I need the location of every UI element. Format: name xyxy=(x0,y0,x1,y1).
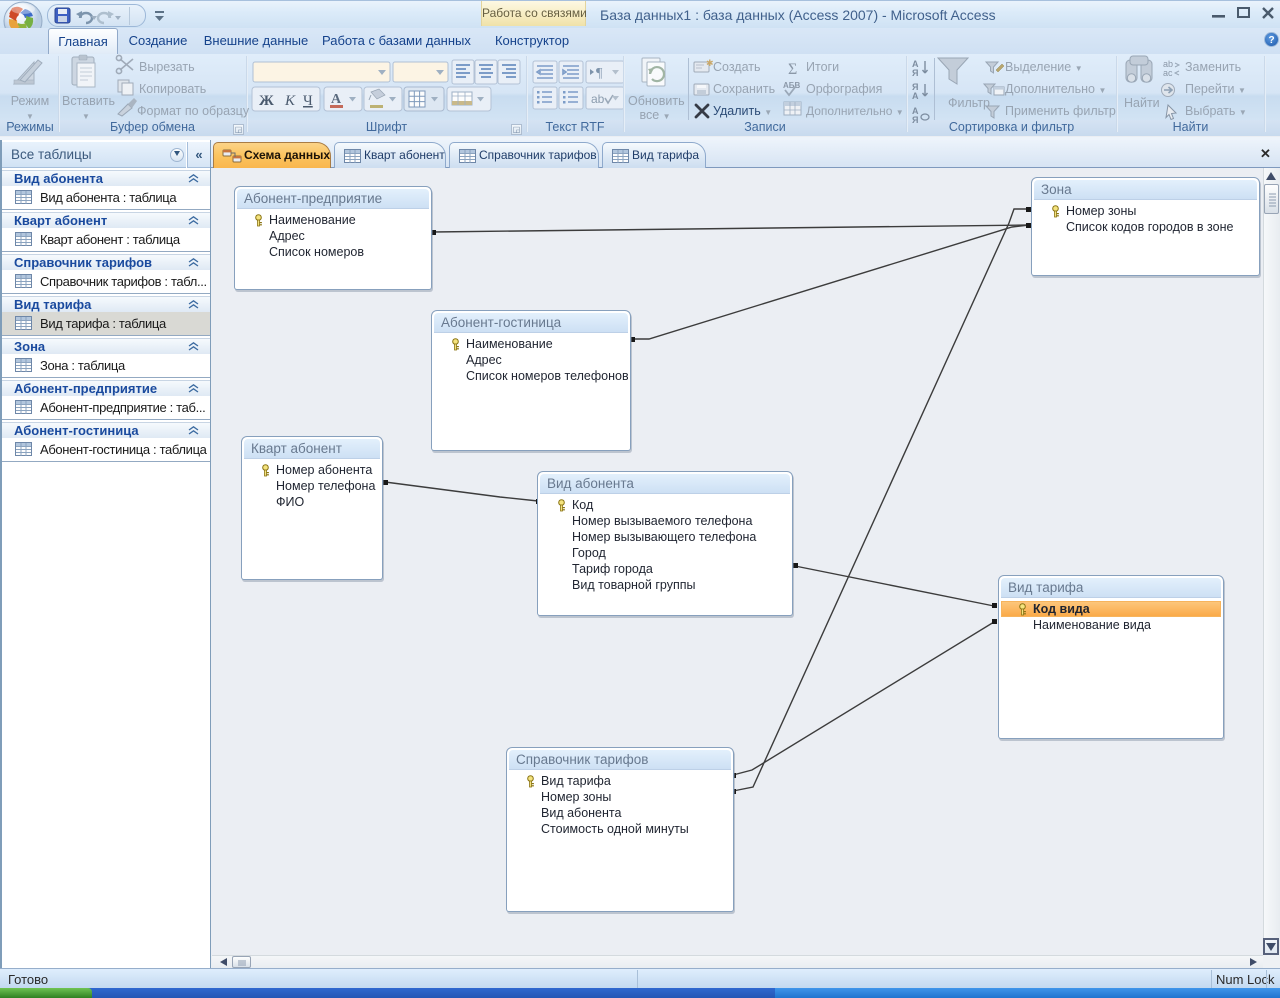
svg-text:Ч: Ч xyxy=(303,93,313,109)
svg-text:Ж: Ж xyxy=(259,93,274,109)
svg-text:¶: ¶ xyxy=(596,66,603,81)
svg-text:А: А xyxy=(331,92,342,107)
svg-text:АБВ: АБВ xyxy=(783,81,801,90)
svg-text:А: А xyxy=(912,91,919,101)
svg-text:ac: ac xyxy=(1163,68,1173,78)
svg-text:Σ: Σ xyxy=(788,61,797,78)
svg-text:Я: Я xyxy=(912,68,918,78)
svg-text:ab: ab xyxy=(591,92,605,106)
svg-text:К: К xyxy=(284,93,296,109)
